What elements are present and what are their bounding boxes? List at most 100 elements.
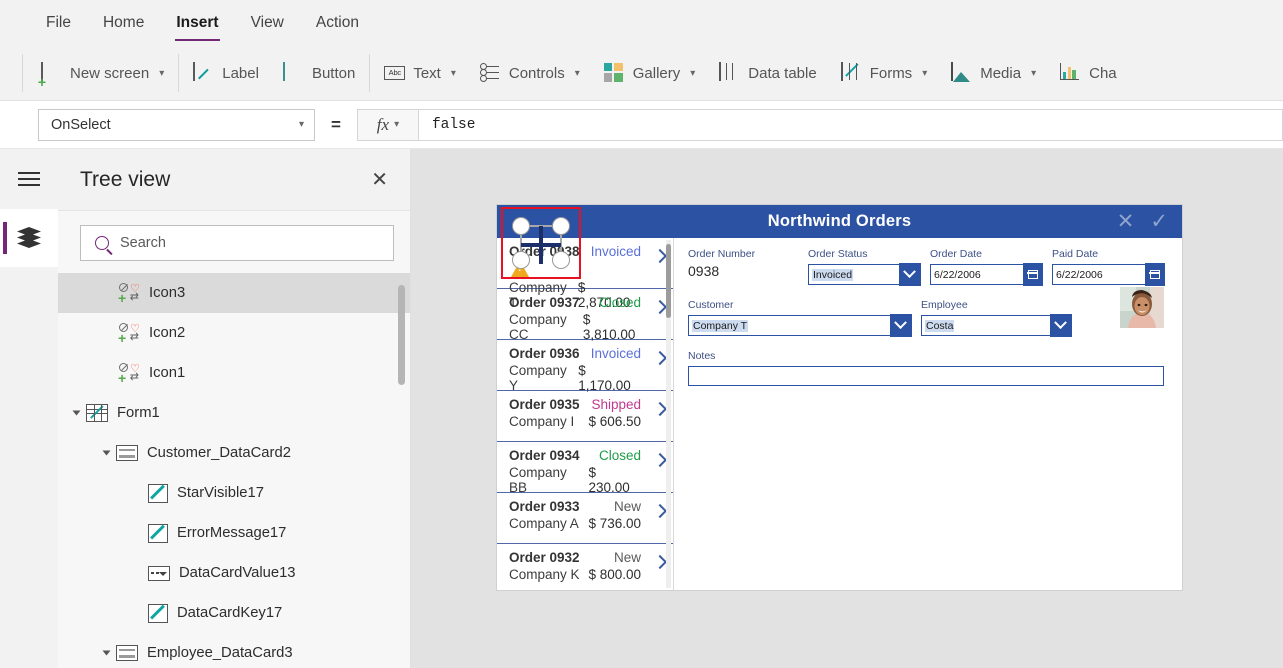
datacard-icon — [116, 645, 138, 661]
order-number: Order 0935 — [509, 397, 580, 412]
customer-label: Customer — [688, 299, 734, 311]
order-status-dropdown[interactable]: Invoiced — [808, 263, 921, 286]
tree-item-icon2[interactable]: ♡ + ⇄ Icon2 — [58, 313, 410, 353]
label-icon — [193, 61, 214, 84]
tree-item-label: StarVisible17 — [177, 485, 264, 501]
property-selector[interactable]: OnSelect ▾ — [38, 108, 315, 141]
tree-item-customer_datacard2[interactable]: Customer_DataCard2 — [58, 433, 410, 473]
menu-item-action[interactable]: Action — [300, 0, 375, 46]
charts-button[interactable]: Cha — [1048, 53, 1129, 93]
tree-item-datacardvalue13[interactable]: DataCardValue13 — [58, 553, 410, 593]
customer-dropdown[interactable]: Company T — [688, 314, 912, 337]
tree-item-label: Employee_DataCard3 — [147, 645, 293, 661]
order-company: Company I — [509, 414, 575, 429]
app-body: Order 0938InvoicedCompany T$ 2,870.00Ord… — [497, 238, 1182, 590]
chevron-down-icon[interactable] — [898, 263, 921, 286]
tree-item-employee_datacard3[interactable]: Employee_DataCard3 — [58, 633, 410, 662]
gallery-row[interactable]: Order 0933 New Company A $ 736.00 — [497, 493, 673, 544]
confirm-icon[interactable]: ✓ — [1150, 211, 1168, 232]
gallery-row[interactable]: Order 0936 Invoiced Company Y $ 1,170.00 — [497, 340, 673, 393]
tree-item-datacardkey17[interactable]: DataCardKey17 — [58, 593, 410, 633]
tree-item-list: ♡ + ⇄ Icon3 ♡ + ⇄ Icon2 ♡ + ⇄ Icon1 Form1 Customer_Da… — [58, 273, 410, 662]
menu-item-home[interactable]: Home — [87, 0, 160, 46]
employee-field: Employee Costa — [921, 299, 1072, 337]
order-number: Order 0934 — [509, 448, 580, 463]
text-button[interactable]: Abc Text ▾ — [372, 53, 468, 93]
tree-scrollbar[interactable] — [398, 285, 405, 385]
order-status: Invoiced — [590, 244, 641, 259]
label-button[interactable]: Label — [181, 53, 271, 93]
chevron-down-icon[interactable] — [889, 314, 912, 337]
tree-view-rail-button[interactable] — [0, 209, 58, 267]
gallery-row[interactable]: Order 0934 Closed Company BB $ 230.00 — [497, 442, 673, 495]
order-date-input[interactable]: 6/22/2006 — [930, 263, 1043, 286]
employee-avatar — [1120, 287, 1164, 328]
tree-item-label: Form1 — [117, 405, 160, 421]
fx-button[interactable]: fx ▾ — [356, 108, 419, 141]
dropdown-icon — [148, 565, 170, 581]
formula-input[interactable]: false — [418, 108, 1283, 141]
expander-arrow-icon[interactable] — [72, 410, 81, 416]
app-header-actions: ✕ ✓ — [1117, 205, 1168, 238]
gallery-icon — [603, 62, 625, 84]
data-table-icon — [719, 61, 740, 84]
label-text: Label — [222, 64, 259, 82]
close-icon[interactable]: ✕ — [371, 170, 388, 190]
gallery-scrollbar-thumb[interactable] — [666, 244, 671, 318]
tree-item-label: Icon3 — [149, 285, 186, 301]
tree-item-errormessage17[interactable]: ErrorMessage17 — [58, 513, 410, 553]
tree-item-form1[interactable]: Form1 — [58, 393, 410, 433]
order-date-field: Order Date 6/22/2006 — [930, 248, 1043, 286]
employee-dropdown[interactable]: Costa — [921, 314, 1072, 337]
calendar-icon[interactable] — [1022, 263, 1043, 286]
chevron-down-icon: ▾ — [450, 67, 456, 79]
tree-item-icon3[interactable]: ♡ + ⇄ Icon3 — [58, 273, 410, 313]
order-status: New — [613, 550, 641, 565]
paid-date-input[interactable]: 6/22/2006 — [1052, 263, 1165, 286]
forms-label: Forms — [869, 64, 913, 82]
quad-icon: ♡ + ⇄ — [118, 363, 140, 386]
chevron-down-icon: ▾ — [574, 67, 580, 79]
tree-item-starvisible17[interactable]: StarVisible17 — [58, 473, 410, 513]
menu-item-view[interactable]: View — [235, 0, 300, 46]
hamburger-menu-button[interactable] — [0, 149, 58, 209]
order-amount: $ 1,170.00 — [578, 363, 631, 393]
media-button[interactable]: Media ▾ — [939, 53, 1048, 93]
calendar-icon[interactable] — [1144, 263, 1165, 286]
chevron-down-icon[interactable] — [1049, 314, 1072, 337]
cancel-icon[interactable]: ✕ — [1117, 211, 1135, 232]
order-date-value: 6/22/2006 — [934, 268, 981, 281]
tree-item-label: Icon1 — [149, 365, 186, 381]
expander-arrow-icon[interactable] — [102, 450, 111, 456]
order-amount: $ 230.00 — [588, 465, 630, 495]
data-table-label: Data table — [748, 64, 817, 82]
gallery-button[interactable]: Gallery ▾ — [592, 53, 708, 93]
expander-arrow-icon[interactable] — [102, 650, 111, 656]
chevron-down-icon: ▾ — [159, 67, 165, 79]
property-selector-value: OnSelect — [51, 116, 111, 133]
notes-label: Notes — [688, 350, 716, 362]
forms-button[interactable]: Forms ▾ — [829, 53, 940, 93]
data-table-button[interactable]: Data table — [707, 53, 828, 93]
search-input[interactable]: Search — [80, 225, 394, 261]
gallery-row[interactable]: Order 0937 Closed Company CC $ 3,810.00 — [497, 289, 673, 342]
notes-input[interactable] — [688, 366, 1164, 386]
menu-item-insert[interactable]: Insert — [160, 0, 234, 46]
controls-label: Controls — [508, 64, 565, 82]
gallery-row[interactable]: Order 0932 New Company K $ 800.00 — [497, 544, 673, 590]
order-company: Company Y — [509, 363, 567, 393]
chevron-down-icon: ▾ — [1031, 67, 1037, 79]
new-screen-button[interactable]: New screen ▾ — [25, 53, 176, 93]
menu-item-file[interactable]: File — [30, 0, 87, 46]
order-number-value: 0938 — [688, 263, 720, 279]
gallery-row[interactable]: Order 0938InvoicedCompany T$ 2,870.00 — [497, 238, 673, 310]
order-amount: $ 606.50 — [588, 414, 641, 429]
datacard-icon — [116, 445, 138, 461]
tree-item-icon1[interactable]: ♡ + ⇄ Icon1 — [58, 353, 410, 393]
button-button[interactable]: Button — [271, 53, 367, 93]
gallery-row[interactable]: Order 0935 Shipped Company I $ 606.50 — [497, 391, 673, 442]
layers-icon — [17, 227, 41, 249]
charts-label: Cha — [1089, 64, 1117, 82]
order-amount: $ 3,810.00 — [582, 312, 636, 342]
controls-button[interactable]: Controls ▾ — [468, 53, 592, 93]
